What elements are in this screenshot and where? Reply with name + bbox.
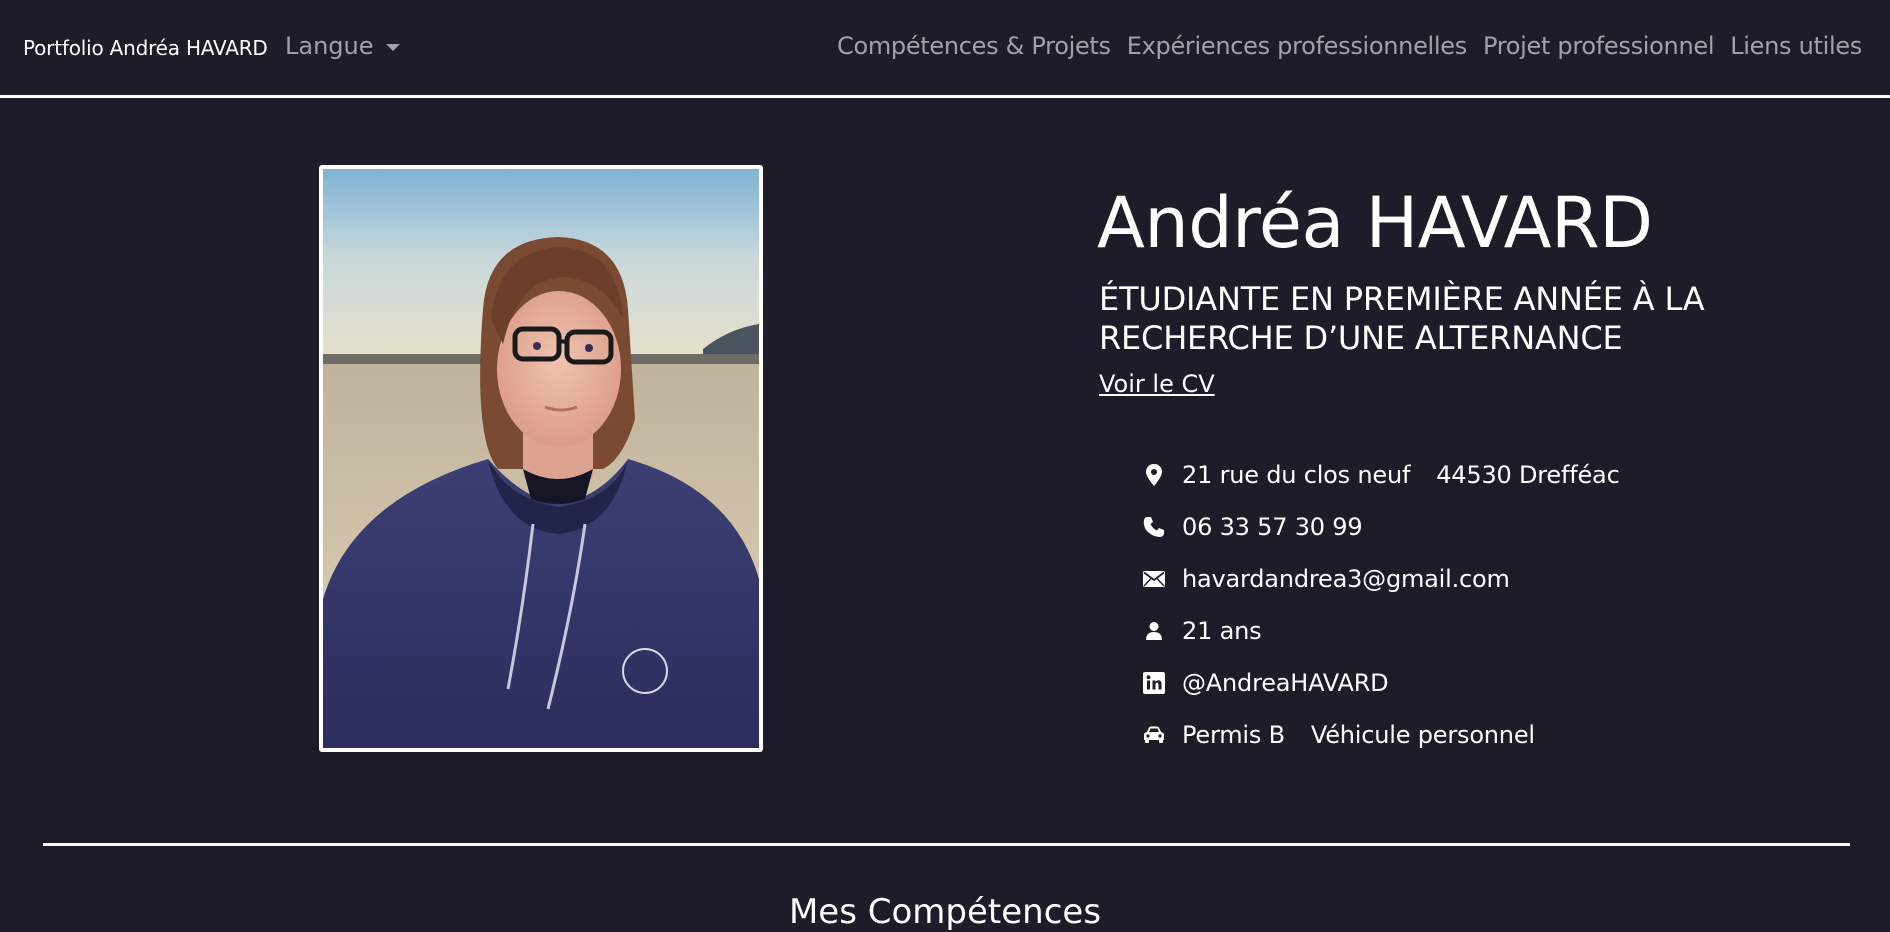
nav-links: Compétences & Projets Expériences profes… — [837, 32, 1862, 60]
info-address: 21 rue du clos neuf 44530 Drefféac — [1140, 449, 1620, 501]
profile-photo — [319, 165, 763, 752]
chevron-down-icon — [385, 43, 400, 51]
info-linkedin: @AndreaHAVARD — [1140, 657, 1620, 709]
profile-photo-image — [323, 169, 759, 748]
phone-icon — [1140, 513, 1168, 541]
nav-link-experiences[interactable]: Expériences professionnelles — [1127, 32, 1468, 60]
language-label: Langue — [285, 32, 374, 60]
info-phone: 06 33 57 30 99 — [1140, 501, 1620, 553]
subtitle: ÉTUDIANTE EN PREMIÈRE ANNÉE À LA RECHERC… — [1099, 280, 1705, 357]
license: Permis B — [1182, 721, 1285, 749]
page-title: Andréa HAVARD — [1097, 182, 1653, 264]
envelope-icon — [1140, 565, 1168, 593]
view-cv-link[interactable]: Voir le CV — [1099, 370, 1215, 398]
section-divider — [43, 843, 1850, 846]
competences-section-title: Mes Compétences — [788, 892, 1102, 932]
brand-link[interactable]: Portfolio Andréa HAVARD — [23, 36, 268, 60]
person-icon — [1140, 617, 1168, 645]
linkedin-handle[interactable]: @AndreaHAVARD — [1182, 669, 1389, 697]
vehicle: Véhicule personnel — [1310, 721, 1535, 749]
phone-number: 06 33 57 30 99 — [1182, 513, 1363, 541]
nav-link-liens[interactable]: Liens utiles — [1730, 32, 1862, 60]
nav-link-competences[interactable]: Compétences & Projets — [837, 32, 1111, 60]
navbar: Portfolio Andréa HAVARD Langue Compétenc… — [0, 0, 1890, 98]
linkedin-icon — [1140, 669, 1168, 697]
car-icon — [1140, 721, 1168, 749]
language-dropdown[interactable]: Langue — [285, 32, 400, 60]
address-street: 21 rue du clos neuf — [1182, 461, 1411, 489]
address-city: 44530 Drefféac — [1436, 461, 1620, 489]
email-address: havardandrea3@gmail.com — [1182, 565, 1510, 593]
info-email: havardandrea3@gmail.com — [1140, 553, 1620, 605]
nav-link-projet[interactable]: Projet professionnel — [1483, 32, 1715, 60]
contact-info-list: 21 rue du clos neuf 44530 Drefféac 06 33… — [1140, 449, 1620, 761]
info-age: 21 ans — [1140, 605, 1620, 657]
map-pin-icon — [1140, 461, 1168, 489]
info-license: Permis B Véhicule personnel — [1140, 709, 1620, 761]
age: 21 ans — [1182, 617, 1262, 645]
